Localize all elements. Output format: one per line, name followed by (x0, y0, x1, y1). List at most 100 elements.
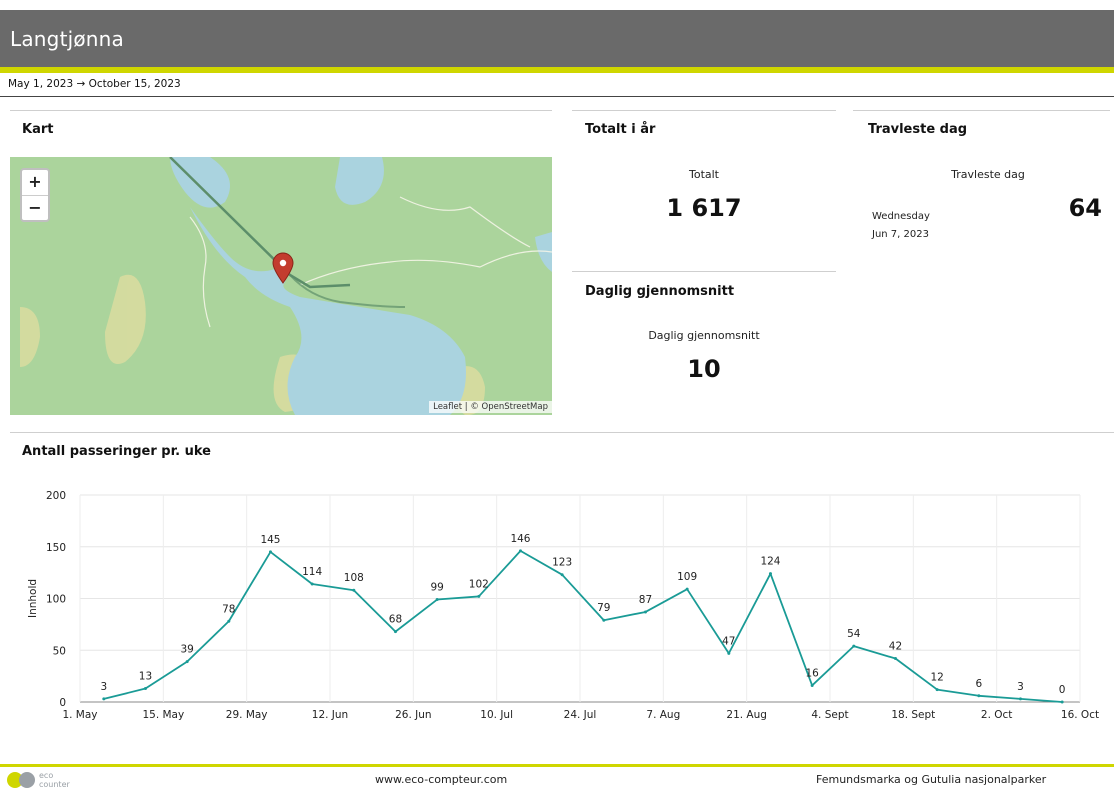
svg-text:counter: counter (39, 780, 70, 789)
data-point (1018, 697, 1022, 701)
x-tick-label: 2. Oct (981, 709, 1013, 721)
data-point (143, 687, 147, 691)
x-tick-label: 24. Jul (564, 709, 597, 721)
busiest-value: 64 (1068, 194, 1102, 222)
header-divider (0, 96, 1114, 97)
data-point (602, 618, 606, 622)
busiest-card-title: Travleste dag (868, 122, 968, 137)
chart-title: Antall passeringer pr. uke (22, 444, 211, 459)
data-point (518, 549, 522, 553)
x-tick-label: 16. Oct (1061, 709, 1099, 721)
data-label: 102 (469, 578, 489, 590)
data-label: 13 (139, 671, 152, 683)
data-label: 47 (722, 635, 735, 647)
data-point (852, 644, 856, 648)
total-card-divider (572, 110, 836, 111)
x-tick-label: 12. Jun (312, 709, 348, 721)
total-label: Totalt (688, 168, 719, 181)
data-point (893, 657, 897, 661)
busiest-label: Travleste dag (951, 168, 1025, 181)
y-tick-label: 200 (46, 490, 66, 502)
data-point (935, 688, 939, 692)
svg-text:eco: eco (39, 771, 53, 780)
zoom-out-button[interactable]: − (22, 195, 48, 220)
data-point (185, 660, 189, 664)
data-point (102, 697, 106, 701)
data-label: 3 (100, 681, 107, 693)
map-tiles (10, 157, 552, 415)
series-line (103, 549, 1063, 703)
page-title: Langtjønna (10, 27, 125, 51)
chart-card-divider (10, 432, 1114, 433)
y-tick-label: 0 (59, 697, 66, 709)
x-tick-label: 21. Aug (726, 709, 767, 721)
average-card-title: Daglig gjennomsnitt (585, 284, 735, 299)
data-point (727, 651, 731, 655)
data-label: 108 (344, 572, 364, 584)
data-label: 99 (430, 582, 443, 594)
data-label: 3 (1017, 681, 1024, 693)
footer-website-link[interactable]: www.eco-compteur.com (375, 773, 507, 786)
data-point (685, 587, 689, 591)
data-point (560, 573, 564, 577)
data-point (393, 630, 397, 634)
data-point (227, 619, 231, 623)
y-tick-label: 150 (46, 542, 66, 554)
data-label: 145 (260, 534, 280, 546)
data-point (810, 683, 814, 687)
eco-counter-logo: eco counter (5, 768, 105, 790)
data-point (268, 550, 272, 554)
total-card-title: Totalt i år (585, 122, 656, 137)
data-point (643, 610, 647, 614)
data-point (352, 588, 356, 592)
average-card-divider (572, 271, 836, 272)
data-label: 54 (847, 628, 861, 640)
busiest-weekday: Wednesday (872, 211, 930, 222)
data-label: 79 (597, 602, 610, 614)
data-label: 6 (975, 678, 982, 690)
data-label: 114 (302, 566, 322, 578)
map[interactable] (10, 157, 552, 415)
data-point (435, 598, 439, 602)
weekly-line-chart: 0 50 100 150 200 1. May 15. May 29. May 12. Jun 2… (27, 490, 1099, 721)
date-range: May 1, 2023 → October 15, 2023 (8, 78, 181, 90)
data-point (1060, 700, 1064, 704)
footer-park-name: Femundsmarka og Gutulia nasjonalparker (816, 773, 1047, 786)
x-tick-label: 4. Sept (811, 709, 848, 721)
x-tick-label: 1. May (62, 709, 97, 721)
footer-accent-line (0, 764, 1114, 767)
data-label: 42 (889, 641, 902, 653)
y-tick-label: 50 (53, 645, 66, 657)
zoom-in-button[interactable]: + (22, 170, 48, 195)
data-label: 87 (639, 594, 652, 606)
data-label: 123 (552, 557, 572, 569)
data-point (768, 572, 772, 576)
data-label: 0 (1059, 684, 1066, 696)
x-tick-label: 29. May (226, 709, 268, 721)
busiest-card-divider (853, 110, 1110, 111)
data-label: 39 (180, 644, 193, 656)
y-tick-label: 100 (46, 594, 66, 606)
x-tick-label: 10. Jul (480, 709, 513, 721)
data-label: 124 (760, 556, 780, 568)
map-zoom-control: + − (20, 168, 50, 222)
data-point (310, 582, 314, 586)
map-attribution[interactable]: Leaflet | © OpenStreetMap (429, 401, 552, 413)
y-axis-label: Innhold (27, 579, 39, 618)
data-label: 16 (805, 667, 819, 679)
average-label: Daglig gjennomsnitt (648, 329, 760, 342)
x-tick-label: 7. Aug (646, 709, 680, 721)
average-value: 10 (687, 355, 721, 383)
data-point (477, 594, 481, 598)
data-label: 12 (930, 672, 943, 684)
accent-bar (0, 67, 1114, 73)
header-bar: Langtjønna (0, 10, 1114, 67)
data-label: 109 (677, 571, 697, 583)
map-card-title: Kart (22, 122, 54, 137)
data-label: 68 (389, 614, 402, 626)
data-label: 146 (510, 533, 530, 545)
data-label: 78 (222, 603, 235, 615)
x-tick-label: 26. Jun (395, 709, 431, 721)
total-value: 1 617 (666, 194, 742, 222)
map-card-divider (10, 110, 552, 111)
